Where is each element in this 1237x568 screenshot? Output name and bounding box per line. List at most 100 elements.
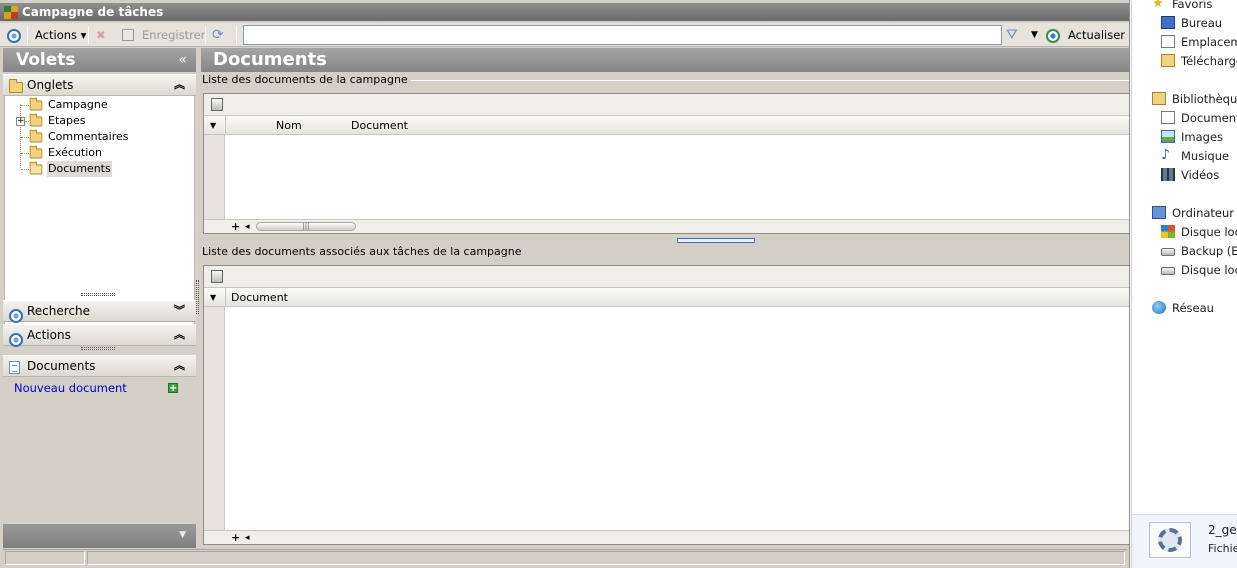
save-icon <box>122 26 136 44</box>
folder-icon <box>29 97 43 111</box>
grid-header: ▼ Nom Document <box>204 116 1129 135</box>
refresh-button[interactable]: Actualiser <box>1068 26 1125 44</box>
section-onglets[interactable]: Onglets ︽ <box>3 74 196 96</box>
file-thumbnail <box>1149 522 1191 558</box>
campaign-documents-label: Liste des documents de la campagne <box>202 73 411 86</box>
resize-grip[interactable] <box>81 347 115 350</box>
file-type: Fichier <box>1208 542 1237 555</box>
toolbar-separator <box>88 26 89 44</box>
expand-icon[interactable]: + <box>16 117 25 126</box>
section-documents[interactable]: Documents ︽ <box>3 355 196 377</box>
page-title: Documents <box>213 49 327 70</box>
toolbar-separator <box>205 26 206 44</box>
folder-icon <box>29 129 43 143</box>
edit-document-icon[interactable] <box>211 98 223 111</box>
gear-icon <box>1158 528 1182 552</box>
tree-item-commentaires[interactable]: Commentaires <box>5 129 195 145</box>
folder-icon <box>29 145 43 159</box>
libraries-icon <box>1152 92 1166 105</box>
drive-icon <box>1161 248 1175 256</box>
volets-title: Volets <box>16 50 76 70</box>
status-bar <box>3 549 1127 565</box>
column-header-document[interactable]: Document <box>231 288 288 307</box>
scroll-left-icon[interactable]: ◂ <box>245 532 250 544</box>
section-actions[interactable]: Actions ︽ <box>3 324 196 347</box>
task-documents-grid: ▼ Document + ◂ <box>203 265 1129 545</box>
section-actions-label: Actions <box>27 328 71 342</box>
desktop-icon <box>1161 16 1175 29</box>
refresh-icon[interactable] <box>1046 26 1060 44</box>
section-recherche[interactable]: Recherche ︾ <box>3 300 196 325</box>
row-gutter <box>204 135 225 219</box>
task-documents-label: Liste des documents associés aux tâches … <box>202 245 525 258</box>
system-drive-icon <box>1161 225 1175 238</box>
double-chevron-up-icon[interactable]: ︽ <box>174 75 185 95</box>
horizontal-scrollbar[interactable]: ||| <box>256 222 356 231</box>
row-gutter <box>204 307 225 530</box>
filter-dropdown-icon[interactable]: ▼ <box>1031 26 1038 44</box>
pictures-icon <box>1161 130 1175 143</box>
chevron-down-icon[interactable]: ▼ <box>179 530 186 540</box>
section-recherche-label: Recherche <box>27 304 91 318</box>
sort-icon[interactable]: ▼ <box>210 288 216 307</box>
add-row-icon[interactable]: + <box>231 220 240 233</box>
volets-header: Volets « <box>3 48 196 72</box>
documents-icon <box>1161 111 1175 124</box>
new-document-link[interactable]: Nouveau document <box>14 381 127 395</box>
filter-icon[interactable]: ⛛ <box>1006 26 1018 44</box>
grid-toolbar <box>204 94 1129 116</box>
toolbar-separator <box>236 26 237 44</box>
scroll-left-icon[interactable]: ◂ <box>245 221 250 233</box>
add-row-icon[interactable]: + <box>231 531 240 544</box>
delete-icon[interactable]: ✖ <box>96 26 106 44</box>
search-input[interactable] <box>243 25 1002 45</box>
computer-icon <box>1152 206 1166 219</box>
sync-icon[interactable]: ⟳ <box>212 26 224 44</box>
section-onglets-label: Onglets <box>27 78 74 92</box>
column-header-document[interactable]: Document <box>351 116 408 135</box>
chevron-down-icon: ▾ <box>80 28 87 42</box>
column-header-nom[interactable]: Nom <box>276 116 302 135</box>
double-chevron-down-icon[interactable]: ︾ <box>174 301 185 321</box>
network-icon <box>1152 301 1166 314</box>
document-icon <box>9 360 20 380</box>
folder-icon <box>29 113 43 127</box>
status-cell <box>5 551 85 565</box>
downloads-icon <box>1161 54 1175 67</box>
main-toolbar: Actions ▾ ✖ Enregistrer ⟳ ⛛ ▼ Actualiser <box>0 23 1129 47</box>
collapse-panel-button[interactable]: « <box>178 48 187 72</box>
toolbar-separator <box>27 26 28 44</box>
explorer-nav-pane: ★ Favoris Bureau Emplacemer Télécharger … <box>1131 0 1237 568</box>
music-icon: ♪ <box>1161 147 1170 163</box>
add-icon[interactable]: + <box>168 383 178 394</box>
vertical-splitter[interactable] <box>196 280 199 314</box>
actions-menu-button[interactable]: Actions ▾ <box>35 26 86 44</box>
sort-icon[interactable]: ▼ <box>210 116 216 135</box>
tree-item-label: Documents <box>47 161 112 177</box>
save-button[interactable]: Enregistrer <box>142 26 205 44</box>
search-round-icon <box>9 305 23 325</box>
app-icon <box>4 6 18 19</box>
title-bar: Campagne de tâches <box>0 3 1129 21</box>
tree-item-label: Etapes <box>48 114 86 127</box>
actions-round-icon[interactable] <box>7 26 21 44</box>
tree-item-execution[interactable]: Exécution <box>5 145 195 161</box>
actions-menu-label: Actions <box>35 28 78 42</box>
tree-item-documents[interactable]: Documents <box>5 161 195 177</box>
tree-item-label: Campagne <box>48 98 108 111</box>
content-header: Documents <box>201 48 1129 72</box>
group-border <box>381 80 1129 81</box>
drive-icon <box>1161 267 1175 275</box>
status-cell <box>87 551 1125 565</box>
documents-view: Documents Liste des documents de la camp… <box>201 48 1129 548</box>
resize-grip[interactable] <box>81 293 115 296</box>
tree-item-campagne[interactable]: Campagne <box>5 97 195 113</box>
edit-document-icon[interactable] <box>211 270 223 283</box>
double-chevron-up-icon[interactable]: ︽ <box>174 356 185 376</box>
double-chevron-up-icon[interactable]: ︽ <box>174 325 185 345</box>
tree-item-etapes[interactable]: + Etapes <box>5 113 195 129</box>
campaign-window: Campagne de tâches Actions ▾ ✖ Enregistr… <box>0 0 1130 568</box>
window-title: Campagne de tâches <box>22 5 164 19</box>
splitter-handle[interactable] <box>677 238 755 243</box>
file-name: 2_ger <box>1208 523 1237 537</box>
